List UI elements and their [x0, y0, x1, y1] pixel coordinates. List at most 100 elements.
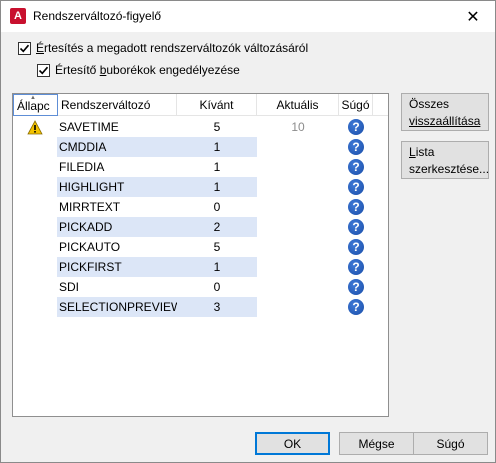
notify-label-text: rtesítés a megadott rendszerváltozók vál… — [44, 41, 309, 55]
wanted-value[interactable]: 2 — [177, 217, 257, 237]
edit-list-line1: ista — [415, 145, 435, 159]
help-icon[interactable]: ? — [348, 179, 364, 195]
status-cell — [25, 157, 45, 177]
status-cell — [25, 297, 45, 317]
column-header-wanted[interactable]: Kívánt — [177, 94, 257, 116]
table-row[interactable]: PICKFIRST 1? — [13, 257, 388, 277]
help-icon[interactable]: ? — [348, 159, 364, 175]
help-cell: ? — [339, 277, 373, 297]
wanted-value[interactable]: 5 — [177, 237, 257, 257]
help-button[interactable]: Súgó — [413, 432, 488, 455]
help-icon[interactable]: ? — [348, 139, 364, 155]
sysvar-list[interactable]: ▲ Állapc Rendszerváltozó Kívánt Aktuális… — [12, 93, 389, 417]
dialog-window: A Rendszerváltozó-figyelő ✕ Értesítés a … — [0, 0, 496, 463]
edit-list-hotkey: L — [409, 145, 416, 159]
help-icon[interactable]: ? — [348, 259, 364, 275]
help-cell: ? — [339, 117, 373, 137]
help-cell: ? — [339, 237, 373, 257]
current-value — [257, 157, 339, 177]
ok-button[interactable]: OK — [255, 432, 330, 455]
current-value — [257, 217, 339, 237]
edit-list-line2: szerkesztése... — [409, 162, 490, 176]
table-row[interactable]: SAVETIME 5 10? — [13, 117, 388, 137]
help-cell: ? — [339, 257, 373, 277]
warning-icon — [27, 119, 43, 134]
sysvar-name: CMDDIA — [57, 137, 177, 157]
help-cell: ? — [339, 157, 373, 177]
help-cell: ? — [339, 137, 373, 157]
cancel-button[interactable]: Mégse — [339, 432, 414, 455]
wanted-value[interactable]: 3 — [177, 297, 257, 317]
autocad-app-icon: A — [10, 8, 26, 24]
sysvar-name: MIRRTEXT — [59, 200, 121, 214]
reset-all-line2: visszaállítása — [409, 114, 481, 128]
bubbles-label-pre: Értesítő — [55, 63, 100, 77]
help-icon[interactable]: ? — [348, 199, 364, 215]
column-header-status[interactable]: ▲ Állapc — [13, 94, 58, 116]
status-cell — [25, 277, 45, 297]
reset-all-button[interactable]: Összes visszaállítása — [401, 93, 489, 131]
help-cell: ? — [339, 297, 373, 317]
bubbles-checkbox[interactable] — [37, 63, 50, 77]
sysvar-name: SDI — [59, 280, 80, 294]
sysvar-name: PICKAUTO — [59, 240, 121, 254]
notify-checkbox-row[interactable]: Értesítés a megadott rendszerváltozók vá… — [18, 41, 308, 55]
reset-all-line1: Összes — [409, 97, 450, 111]
table-row[interactable]: HIGHLIGHT 1? — [13, 177, 388, 197]
help-icon[interactable]: ? — [348, 119, 364, 135]
list-header: ▲ Állapc Rendszerváltozó Kívánt Aktuális… — [13, 94, 388, 116]
status-cell — [25, 217, 45, 237]
status-cell — [25, 137, 45, 157]
status-cell — [25, 257, 45, 277]
help-icon[interactable]: ? — [348, 299, 364, 315]
current-value — [257, 277, 339, 297]
title-bar: A Rendszerváltozó-figyelő ✕ — [1, 1, 495, 32]
bubbles-checkbox-row[interactable]: Értesítő buborékok engedélyezése — [37, 63, 240, 77]
edit-list-button[interactable]: Lista szerkesztése... — [401, 141, 489, 179]
column-header-help[interactable]: Súgó — [339, 94, 373, 116]
help-cell: ? — [339, 217, 373, 237]
column-header-name[interactable]: Rendszerváltozó — [58, 94, 177, 116]
wanted-value[interactable]: 1 — [177, 177, 257, 197]
window-title: Rendszerváltozó-figyelő — [33, 9, 162, 23]
wanted-value[interactable]: 1 — [177, 157, 257, 177]
wanted-value[interactable]: 1 — [177, 137, 257, 157]
current-value — [257, 177, 339, 197]
status-cell — [25, 117, 45, 137]
sysvar-name: PICKADD — [57, 217, 177, 237]
checkmark-icon — [19, 44, 30, 52]
table-row[interactable]: PICKADD 2? — [13, 217, 388, 237]
current-value — [257, 197, 339, 217]
table-row[interactable]: CMDDIA 1? — [13, 137, 388, 157]
help-icon[interactable]: ? — [348, 239, 364, 255]
status-cell — [25, 197, 45, 217]
current-value — [257, 257, 339, 277]
table-row[interactable]: SDI 0? — [13, 277, 388, 297]
close-button[interactable]: ✕ — [451, 1, 495, 32]
table-row[interactable]: FILEDIA 1? — [13, 157, 388, 177]
notify-label: Értesítés a megadott rendszerváltozók vá… — [36, 41, 308, 55]
wanted-value[interactable]: 5 — [177, 117, 257, 137]
status-cell — [25, 237, 45, 257]
column-header-status-label: Állapc — [17, 99, 50, 113]
notify-checkbox[interactable] — [18, 41, 31, 55]
current-value — [257, 297, 339, 317]
table-row[interactable]: SELECTIONPREVIEW 3? — [13, 297, 388, 317]
help-icon[interactable]: ? — [348, 279, 364, 295]
notify-label-hotkey: É — [36, 41, 45, 55]
bubbles-label: Értesítő buborékok engedélyezése — [55, 63, 240, 77]
checkmark-icon — [38, 66, 49, 74]
current-value — [257, 237, 339, 257]
status-cell — [25, 177, 45, 197]
sysvar-name: PICKFIRST — [57, 257, 177, 277]
sysvar-name: SELECTIONPREVIEW — [57, 297, 182, 317]
wanted-value[interactable]: 0 — [177, 197, 257, 217]
sysvar-name: FILEDIA — [59, 160, 105, 174]
table-row[interactable]: MIRRTEXT 0? — [13, 197, 388, 217]
help-icon[interactable]: ? — [348, 219, 364, 235]
table-row[interactable]: PICKAUTO 5? — [13, 237, 388, 257]
current-value — [257, 137, 339, 157]
column-header-current[interactable]: Aktuális — [257, 94, 339, 116]
wanted-value[interactable]: 1 — [177, 257, 257, 277]
wanted-value[interactable]: 0 — [177, 277, 257, 297]
